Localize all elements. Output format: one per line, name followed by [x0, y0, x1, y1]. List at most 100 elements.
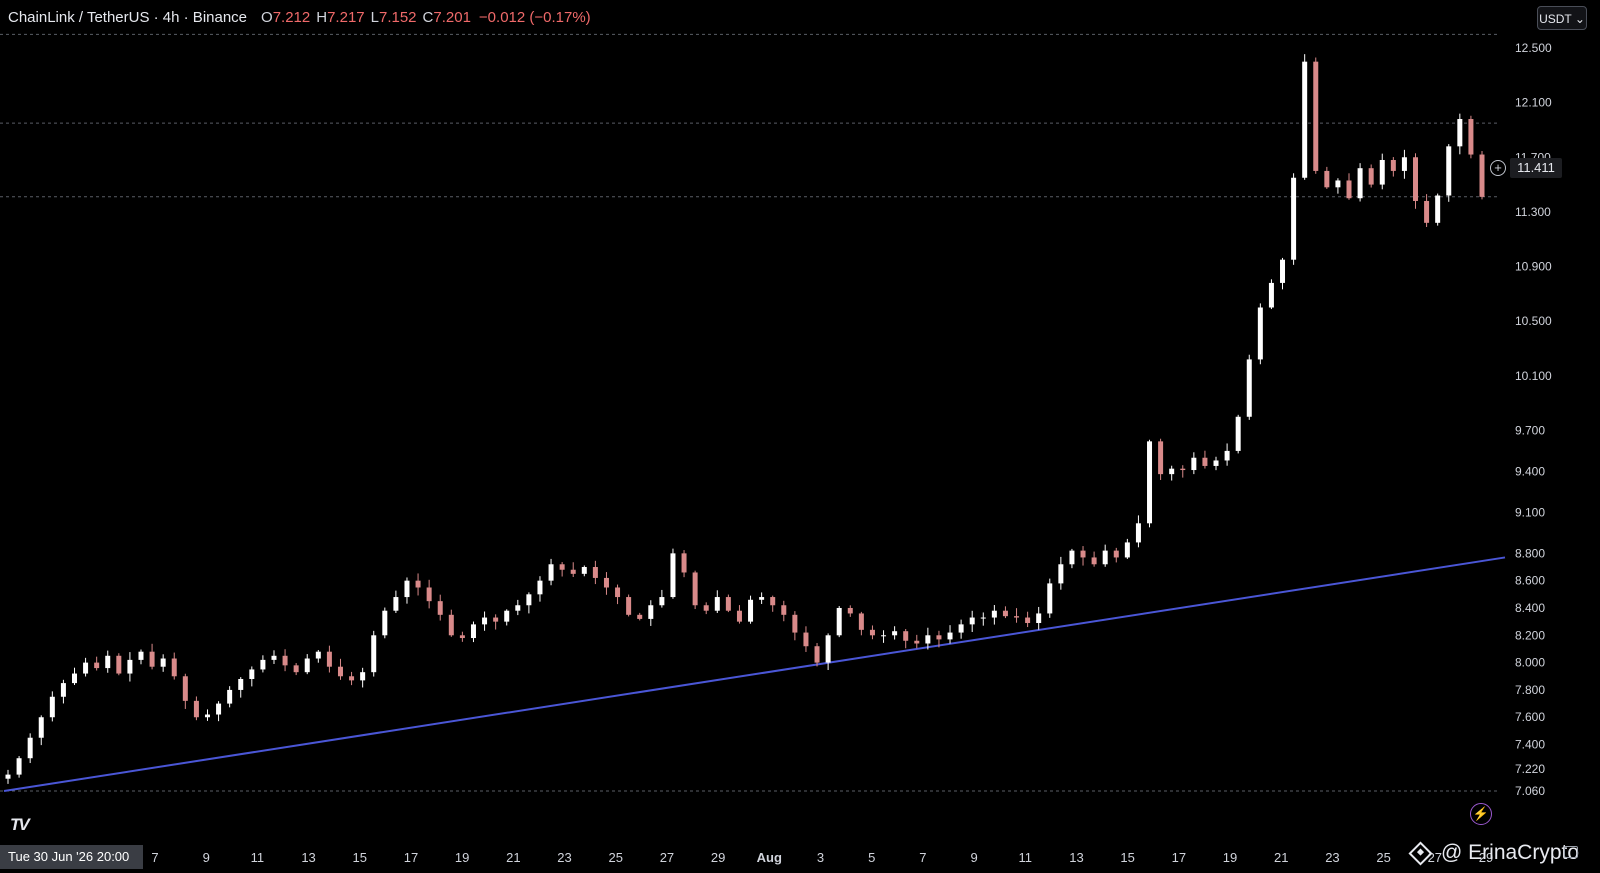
- candle-body: [980, 617, 986, 619]
- candle-body: [304, 658, 310, 673]
- time-tick-label: 9: [203, 850, 210, 865]
- time-tick-label: 19: [455, 850, 469, 865]
- candle-body: [204, 714, 210, 718]
- candle-body: [60, 683, 66, 697]
- price-tick-label: 11.300: [1515, 205, 1551, 219]
- candle-body: [1047, 583, 1053, 614]
- candle-body: [1180, 468, 1186, 471]
- candle-body: [925, 635, 931, 644]
- watermark-text: @ ErinaCrypto: [1441, 841, 1580, 864]
- candle-body: [615, 587, 621, 598]
- candle-body: [1390, 159, 1396, 171]
- candle-body: [216, 703, 222, 715]
- close-value: 7.201: [433, 9, 471, 26]
- candle-body: [1091, 557, 1097, 565]
- price-tick-label: 7.400: [1515, 738, 1545, 752]
- candle-body: [437, 601, 443, 615]
- candlestick-chart[interactable]: 12.50012.10011.70011.30010.90010.50010.1…: [0, 0, 1600, 873]
- candle-body: [892, 631, 898, 636]
- candle-body: [493, 617, 499, 622]
- candle-body: [1446, 146, 1452, 196]
- candle-body: [637, 614, 643, 619]
- time-tick-label: 29: [711, 850, 725, 865]
- price-tick-label: 9.700: [1515, 423, 1545, 437]
- time-tick-label: 7: [919, 850, 926, 865]
- candle-body: [825, 635, 831, 663]
- candle-body: [38, 717, 44, 738]
- price-tick-label: 7.800: [1515, 683, 1545, 697]
- candle-body: [271, 655, 277, 660]
- candle-body: [1135, 523, 1141, 543]
- price-tick-label: 7.220: [1515, 762, 1545, 776]
- candle-body: [404, 580, 410, 598]
- candle-body: [736, 610, 742, 622]
- candle-body: [504, 610, 510, 622]
- plus-circle-icon[interactable]: +: [1490, 160, 1506, 176]
- time-axis[interactable]: 7 9 11 13 15 17 19 21 23 25 27 29 Aug 3 5 7 9 11 13 15 17 19 2…: [151, 850, 1493, 865]
- high-label: H: [316, 9, 328, 26]
- candle-body: [16, 758, 22, 775]
- currency-select-button[interactable]: USDT ⌄: [1537, 6, 1587, 30]
- candle-body: [138, 651, 144, 660]
- tradingview-logo-icon[interactable]: TV: [10, 815, 44, 834]
- price-axis[interactable]: 12.50012.10011.70011.30010.90010.50010.1…: [1515, 41, 1552, 798]
- candle-body: [592, 567, 598, 578]
- candle-body: [781, 605, 787, 615]
- time-tick-label: 23: [557, 850, 571, 865]
- candle-body: [692, 572, 698, 606]
- grid-lines: [0, 33, 1500, 792]
- candle-body: [991, 610, 997, 618]
- candle-body: [470, 624, 476, 639]
- candle-body: [1102, 550, 1108, 565]
- change-value: −0.012 (−0.17%): [478, 9, 591, 26]
- camera-icon[interactable]: [1564, 846, 1578, 858]
- low-label: L: [370, 9, 379, 26]
- time-tick-label: 11: [251, 850, 265, 865]
- candle-body: [881, 635, 887, 637]
- candle-body: [903, 631, 909, 641]
- candle-body: [1257, 307, 1263, 360]
- candle-body: [869, 629, 875, 636]
- time-tick-label: 19: [1223, 850, 1237, 865]
- candle-body: [814, 646, 820, 663]
- candle-body: [1313, 61, 1319, 171]
- open-label: O: [261, 9, 273, 26]
- candle-body: [1147, 441, 1153, 524]
- time-tick-label: 27: [660, 850, 674, 865]
- candle-body: [1401, 157, 1407, 171]
- time-tick-label: 15: [353, 850, 367, 865]
- candle-body: [249, 669, 255, 680]
- candle-body: [1113, 550, 1119, 558]
- candle-body: [537, 580, 543, 595]
- watermark: @ ErinaCrypto: [1408, 838, 1580, 868]
- time-tick-label: 7: [151, 850, 158, 865]
- lightning-icon[interactable]: ⚡: [1470, 803, 1492, 825]
- candle-body: [847, 607, 853, 614]
- candle-body: [371, 635, 377, 673]
- symbol-title[interactable]: ChainLink / TetherUS · 4h · Binance: [8, 8, 247, 28]
- candle-body: [648, 605, 654, 619]
- candle-body: [315, 651, 321, 659]
- candle-body: [326, 651, 332, 667]
- price-tick-label: 10.500: [1515, 314, 1552, 328]
- candle-body: [914, 640, 920, 644]
- candle-body: [526, 594, 532, 606]
- candle-body: [1268, 282, 1274, 308]
- time-tick-label: 21: [506, 850, 520, 865]
- candle-body: [1324, 170, 1330, 188]
- time-tick-label: 3: [817, 850, 824, 865]
- candle-body: [936, 635, 942, 640]
- candle-body: [49, 696, 55, 718]
- candle-body: [360, 672, 366, 681]
- candle-body: [1202, 457, 1208, 466]
- candle-body: [670, 553, 676, 598]
- low-value: 7.152: [378, 9, 417, 26]
- candle-body: [748, 599, 754, 622]
- candle-body: [858, 613, 864, 630]
- candle-body: [1025, 617, 1031, 624]
- time-tick-label: 25: [608, 850, 622, 865]
- candle-body: [1335, 180, 1341, 188]
- candle-body: [1468, 119, 1474, 155]
- candle-body: [1291, 177, 1297, 260]
- candle-body: [548, 564, 554, 581]
